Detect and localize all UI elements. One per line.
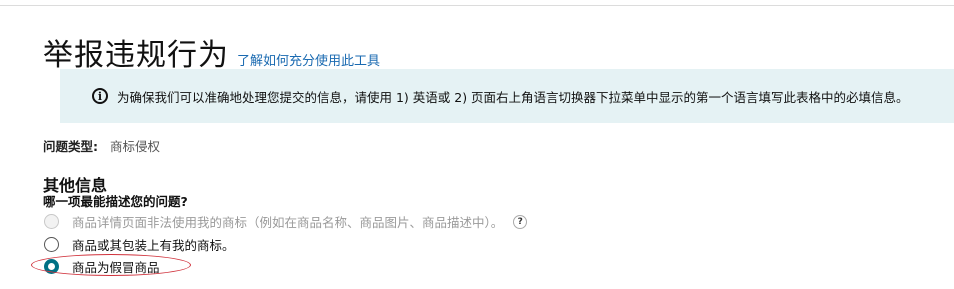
help-link[interactable]: 了解如何充分使用此工具: [237, 50, 380, 69]
title-row: 举报违规行为 了解如何充分使用此工具: [43, 30, 380, 74]
radio-button-disabled: [44, 214, 59, 229]
radio-button-selected[interactable]: [44, 259, 59, 274]
radio-option-label: 商品详情页面非法使用我的商标（例如在商品名称、商品图片、商品描述中）。: [72, 215, 504, 230]
issue-type-row: 问题类型: 商标侵权: [43, 136, 160, 155]
help-question-icon[interactable]: ?: [513, 214, 528, 229]
radio-option-trademark-on-product[interactable]: 商品或其包装上有我的商标。: [44, 235, 235, 254]
info-icon: i: [92, 88, 108, 104]
radio-option-listing-misuse: 商品详情页面非法使用我的商标（例如在商品名称、商品图片、商品描述中）。 ?: [44, 212, 528, 231]
page-title: 举报违规行为: [43, 38, 229, 73]
top-divider: [0, 5, 954, 6]
issue-type-label: 问题类型:: [43, 139, 98, 154]
radio-button[interactable]: [44, 237, 59, 252]
radio-option-label[interactable]: 商品或其包装上有我的商标。: [72, 235, 235, 254]
radio-option-label[interactable]: 商品为假冒商品: [72, 257, 160, 276]
issue-type-value: 商标侵权: [109, 139, 160, 154]
question-label: 哪一项最能描述您的问题?: [43, 194, 188, 209]
info-banner: i 为确保我们可以准确地处理您提交的信息，请使用 1) 英语或 2) 页面右上角…: [60, 69, 954, 123]
info-banner-text: 为确保我们可以准确地处理您提交的信息，请使用 1) 英语或 2) 页面右上角语言…: [117, 89, 909, 105]
radio-option-counterfeit[interactable]: 商品为假冒商品: [44, 257, 160, 276]
